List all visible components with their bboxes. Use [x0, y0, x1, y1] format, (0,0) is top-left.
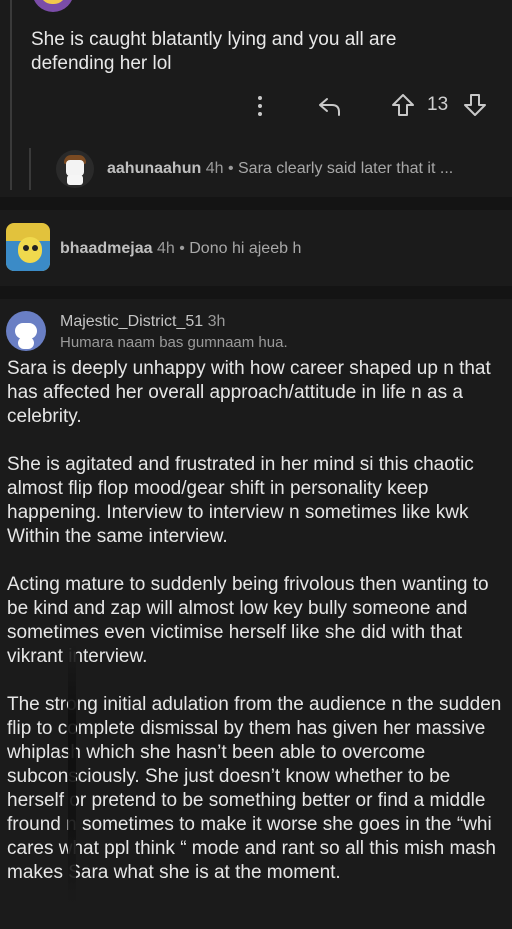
vote-count: 13	[427, 94, 449, 115]
comment-paragraph: She is agitated and frustrated in her mi…	[7, 454, 474, 547]
downvote-icon[interactable]	[463, 93, 487, 117]
separator: •	[227, 160, 234, 177]
thread-line[interactable]	[10, 0, 12, 190]
timestamp: 4h	[156, 240, 175, 257]
comment-body: Sara is deeply unhappy with how career s…	[7, 357, 502, 909]
comment-paragraph: Sara is deeply unhappy with how career s…	[7, 358, 491, 427]
username[interactable]: bhaadmejaa	[60, 240, 152, 257]
more-vertical-icon[interactable]	[257, 96, 263, 116]
separator: •	[179, 240, 185, 257]
timestamp: 4h	[205, 160, 224, 177]
comment-paragraph: The strong initial adulation from the au…	[7, 694, 502, 883]
comment-card-1: She is caught blatantly lying and you al…	[0, 0, 512, 197]
comment-preview: Dono hi ajeeb h	[189, 240, 302, 257]
reply-icon[interactable]	[317, 94, 343, 118]
comment-paragraph: Acting mature to suddenly being frivolou…	[7, 574, 489, 667]
avatar[interactable]	[32, 0, 74, 12]
comment-text: She is caught blatantly lying and you al…	[31, 29, 397, 74]
collapsed-reply[interactable]: aahunaahun 4h • Sara clearly said later …	[56, 150, 496, 190]
thread-line[interactable]	[29, 148, 31, 190]
comment-card-2[interactable]: bhaadmejaa 4h • Dono hi ajeeb h	[0, 210, 512, 286]
screen-smudge	[68, 644, 76, 904]
user-flair: Humara naam bas gumnaam hua.	[60, 334, 288, 351]
username[interactable]: Majestic_District_51	[60, 313, 203, 330]
comment-card-3: Majestic_District_51 3h Humara naam bas …	[0, 299, 512, 929]
avatar[interactable]	[6, 223, 50, 271]
comment-meta: Majestic_District_51 3h	[60, 313, 225, 331]
avatar[interactable]	[56, 150, 94, 188]
reply-preview: Sara clearly said later that it ...	[238, 160, 454, 177]
timestamp: 3h	[207, 313, 226, 330]
upvote-icon[interactable]	[391, 93, 415, 117]
username[interactable]: aahunaahun	[107, 160, 201, 177]
comment-meta: bhaadmejaa 4h • Dono hi ajeeb h	[60, 240, 301, 258]
reply-meta: aahunaahun 4h • Sara clearly said later …	[107, 160, 453, 178]
avatar[interactable]	[6, 311, 46, 351]
comment-actions: 13	[245, 90, 495, 122]
